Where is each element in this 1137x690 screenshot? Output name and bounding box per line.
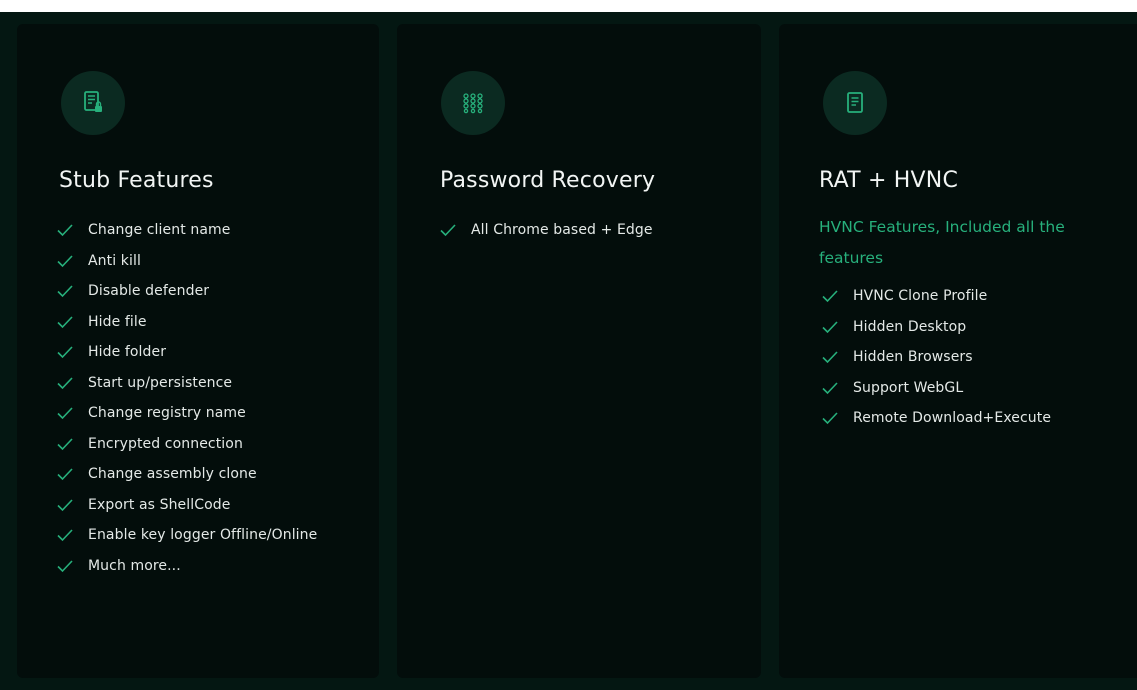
list-item: HVNC Clone Profile bbox=[821, 281, 1051, 312]
list-item-label: Support WebGL bbox=[853, 379, 964, 396]
list-item: Change assembly clone bbox=[56, 459, 317, 490]
keypad-grid-icon bbox=[441, 71, 505, 135]
list-item-label: Remote Download+Execute bbox=[853, 410, 1052, 427]
check-icon bbox=[57, 316, 73, 328]
list-item: Change registry name bbox=[56, 398, 317, 429]
list-item: Much more... bbox=[56, 551, 317, 582]
list-item: Hide folder bbox=[56, 337, 317, 368]
list-item-label: Hidden Browsers bbox=[853, 349, 973, 366]
check-icon bbox=[57, 560, 73, 572]
check-icon bbox=[57, 499, 73, 511]
list-item-label: Hidden Desktop bbox=[853, 318, 967, 335]
check-icon bbox=[440, 224, 456, 237]
list-item: Anti kill bbox=[56, 246, 317, 277]
list-item-label: Hide folder bbox=[88, 344, 167, 361]
check-icon bbox=[822, 351, 838, 364]
check-icon bbox=[57, 529, 73, 542]
list-item: Encrypted connection bbox=[56, 429, 317, 460]
list-item-label: Change assembly clone bbox=[88, 466, 257, 483]
list-item-label: Start up/persistence bbox=[88, 374, 233, 391]
list-item-label: HVNC Clone Profile bbox=[853, 288, 988, 305]
check-icon bbox=[57, 255, 73, 267]
features-section: Stub Features Change client name Anti ki… bbox=[0, 12, 1137, 690]
feature-list: HVNC Clone Profile Hidden Desktop Hidden… bbox=[821, 281, 1051, 434]
list-item: Support WebGL bbox=[821, 373, 1051, 404]
check-icon bbox=[57, 407, 73, 420]
check-icon bbox=[822, 382, 838, 394]
check-icon bbox=[822, 321, 838, 333]
card-password-recovery: Password Recovery All Chrome based + Edg… bbox=[397, 24, 761, 678]
list-item-label: Change client name bbox=[88, 222, 231, 239]
list-item: All Chrome based + Edge bbox=[439, 215, 653, 246]
check-icon bbox=[57, 285, 73, 298]
card-stub-features: Stub Features Change client name Anti ki… bbox=[17, 24, 379, 678]
list-item-label: Disable defender bbox=[88, 283, 210, 300]
list-item-label: All Chrome based + Edge bbox=[471, 222, 653, 239]
document-lock-icon bbox=[61, 71, 125, 135]
list-item-label: Much more... bbox=[88, 557, 181, 574]
feature-list: All Chrome based + Edge bbox=[439, 215, 653, 246]
list-item: Disable defender bbox=[56, 276, 317, 307]
check-icon bbox=[57, 346, 73, 359]
check-icon bbox=[822, 290, 838, 303]
list-item-label: Encrypted connection bbox=[88, 435, 243, 452]
list-item-label: Export as ShellCode bbox=[88, 496, 231, 513]
list-item: Start up/persistence bbox=[56, 368, 317, 399]
list-item: Change client name bbox=[56, 215, 317, 246]
list-item: Enable key logger Offline/Online bbox=[56, 520, 317, 551]
card-title: RAT + HVNC bbox=[819, 168, 959, 193]
card-title: Stub Features bbox=[59, 168, 214, 193]
list-item: Remote Download+Execute bbox=[821, 403, 1051, 434]
feature-list: Change client name Anti kill Disable def… bbox=[56, 215, 317, 581]
check-icon bbox=[57, 377, 73, 389]
card-rat-hvnc: RAT + HVNC HVNC Features, Included all t… bbox=[779, 24, 1137, 678]
list-item-label: Change registry name bbox=[88, 405, 246, 422]
list-item-label: Hide file bbox=[88, 313, 147, 330]
check-icon bbox=[57, 468, 73, 481]
check-icon bbox=[57, 438, 73, 450]
document-icon bbox=[823, 71, 887, 135]
card-title: Password Recovery bbox=[440, 168, 656, 193]
list-item: Hide file bbox=[56, 307, 317, 338]
list-item: Export as ShellCode bbox=[56, 490, 317, 521]
list-item: Hidden Browsers bbox=[821, 342, 1051, 373]
list-item-label: Enable key logger Offline/Online bbox=[88, 527, 318, 544]
check-icon bbox=[822, 412, 838, 425]
card-subtitle: HVNC Features, Included all the features bbox=[819, 218, 1065, 267]
list-item: Hidden Desktop bbox=[821, 312, 1051, 343]
check-icon bbox=[57, 224, 73, 237]
list-item-label: Anti kill bbox=[88, 252, 141, 269]
